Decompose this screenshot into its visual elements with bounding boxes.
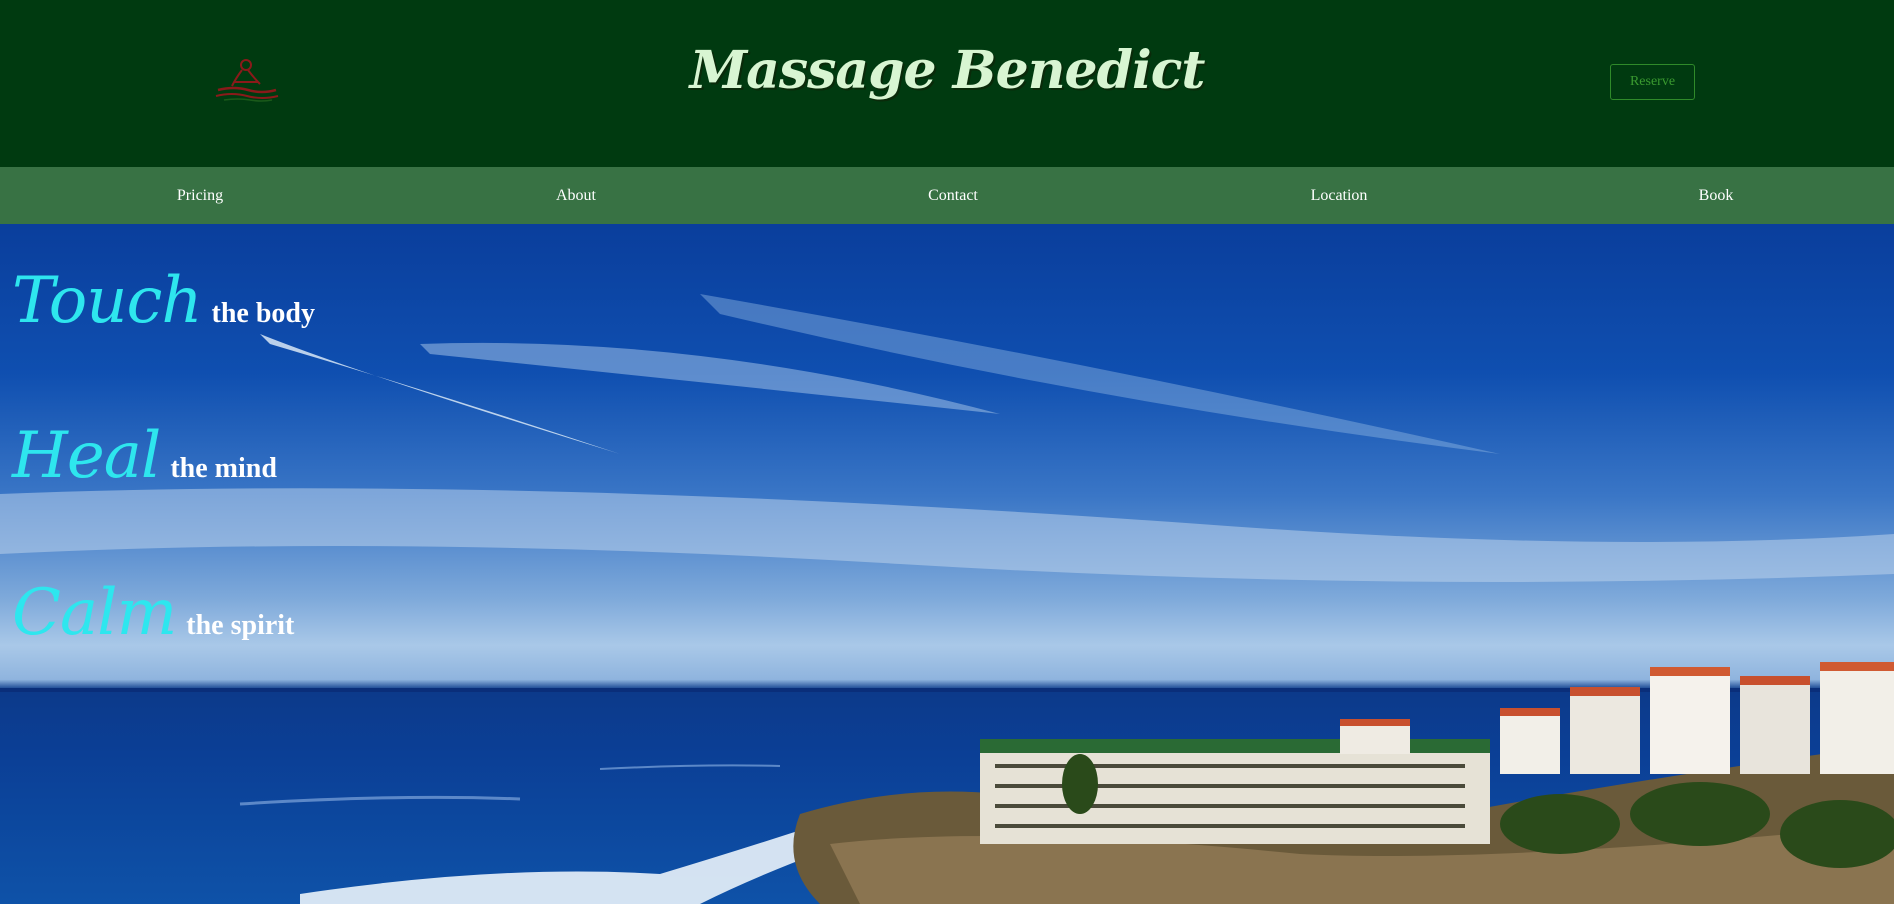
tagline-calm: Calm the spirit (12, 576, 294, 650)
tagline-script-word: Calm (12, 576, 177, 650)
tagline-script-word: Touch (12, 264, 203, 338)
nav-item-contact[interactable]: Contact (883, 167, 1023, 224)
hero-image: Touch the body Heal the mind Calm the sp… (0, 224, 1894, 904)
tagline-touch: Touch the body (12, 264, 315, 338)
nav-item-book[interactable]: Book (1646, 167, 1786, 224)
site-header: Massage Benedict Reserve (0, 0, 1894, 167)
main-nav: Pricing About Contact Location Book (0, 167, 1894, 224)
tagline-heal: Heal the mind (12, 419, 277, 493)
tagline-text: the mind (170, 453, 277, 484)
nav-item-pricing[interactable]: Pricing (130, 167, 270, 224)
tagline-text: the spirit (186, 610, 295, 641)
reserve-button[interactable]: Reserve (1610, 64, 1695, 100)
tagline-script-word: Heal (12, 419, 161, 493)
tagline-text: the body (211, 298, 315, 329)
nav-item-about[interactable]: About (506, 167, 646, 224)
nav-item-location[interactable]: Location (1269, 167, 1409, 224)
